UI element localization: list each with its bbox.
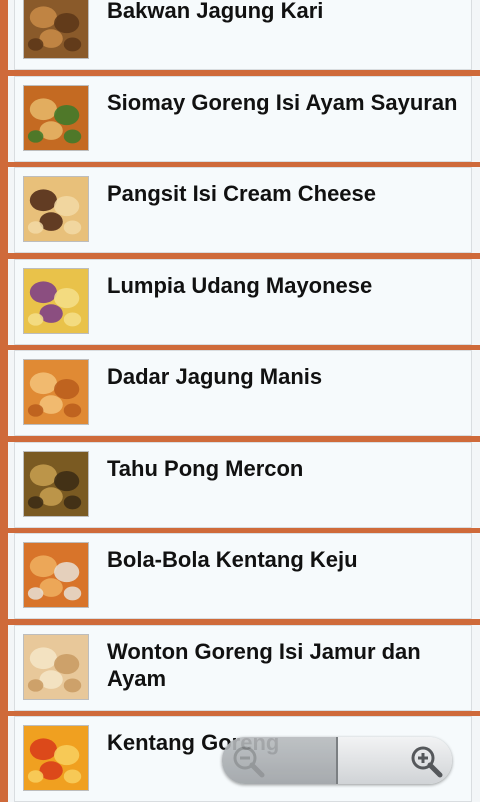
- potato-ball-thumbnail: [24, 543, 88, 607]
- zoom-in-button[interactable]: [338, 737, 452, 784]
- recipe-title: Siomay Goreng Isi Ayam Sayuran: [107, 89, 458, 115]
- list-item-card: Dadar Jagung Manis: [14, 350, 472, 436]
- fritter-thumbnail: [24, 0, 88, 58]
- zoom-controls: [222, 737, 452, 784]
- tofu-thumbnail: [24, 451, 88, 516]
- dumpling-thumbnail: [24, 85, 88, 150]
- recipe-title: Tahu Pong Mercon: [107, 455, 304, 481]
- recipe-thumbnail: [23, 450, 89, 517]
- recipe-title: Wonton Goreng Isi Jamur dan Ayam: [107, 638, 421, 691]
- list-item[interactable]: Siomay Goreng Isi Ayam Sayuran: [8, 75, 480, 162]
- recipe-title: Pangsit Isi Cream Cheese: [107, 181, 377, 206]
- list-item-card: Bakwan Jagung Kari: [14, 0, 472, 70]
- recipe-title: Bakwan Jagung Kari: [107, 0, 324, 23]
- list-item-card: Wonton Goreng Isi Jamur dan Ayam: [14, 624, 472, 711]
- list-item-card: Tahu Pong Mercon: [14, 441, 472, 528]
- zoom-in-icon: [411, 746, 443, 778]
- zoom-out-button[interactable]: [222, 737, 338, 784]
- list-item-card: Bola-Bola Kentang Keju: [14, 533, 472, 619]
- list-item[interactable]: Tahu Pong Mercon: [8, 441, 480, 528]
- recipe-title: Lumpia Udang Mayonese: [107, 272, 373, 298]
- corn-fritter-thumbnail: [24, 360, 88, 424]
- list-item[interactable]: Pangsit Isi Cream Cheese: [8, 167, 480, 253]
- recipe-title: Bola-Bola Kentang Keju: [107, 547, 358, 572]
- recipe-thumbnail: [23, 633, 89, 700]
- recipe-thumbnail: [23, 176, 89, 242]
- recipe-thumbnail: [23, 359, 89, 425]
- list-item-card: Siomay Goreng Isi Ayam Sayuran: [14, 75, 472, 162]
- zoom-out-icon: [233, 746, 265, 778]
- recipe-title: Dadar Jagung Manis: [107, 364, 323, 389]
- recipe-thumbnail: [23, 0, 89, 59]
- spring-roll-thumbnail: [24, 268, 88, 333]
- list-item-card: Lumpia Udang Mayonese: [14, 258, 472, 345]
- recipe-thumbnail: [23, 267, 89, 334]
- recipe-thumbnail: [23, 725, 89, 791]
- recipe-thumbnail: [23, 84, 89, 151]
- wonton-thumbnail: [24, 177, 88, 241]
- list-item-card: Pangsit Isi Cream Cheese: [14, 167, 472, 253]
- fries-thumbnail: [24, 726, 88, 790]
- fried-wonton-thumbnail: [24, 634, 88, 699]
- recipe-list: Bakwan Jagung Kari Siomay Goreng Isi Ayam…: [0, 0, 480, 802]
- list-item[interactable]: Bakwan Jagung Kari: [8, 0, 480, 70]
- list-item[interactable]: Bola-Bola Kentang Keju: [8, 533, 480, 619]
- recipe-thumbnail: [23, 542, 89, 608]
- list-item[interactable]: Lumpia Udang Mayonese: [8, 258, 480, 345]
- list-item[interactable]: Wonton Goreng Isi Jamur dan Ayam: [8, 624, 480, 711]
- list-item[interactable]: Dadar Jagung Manis: [8, 350, 480, 436]
